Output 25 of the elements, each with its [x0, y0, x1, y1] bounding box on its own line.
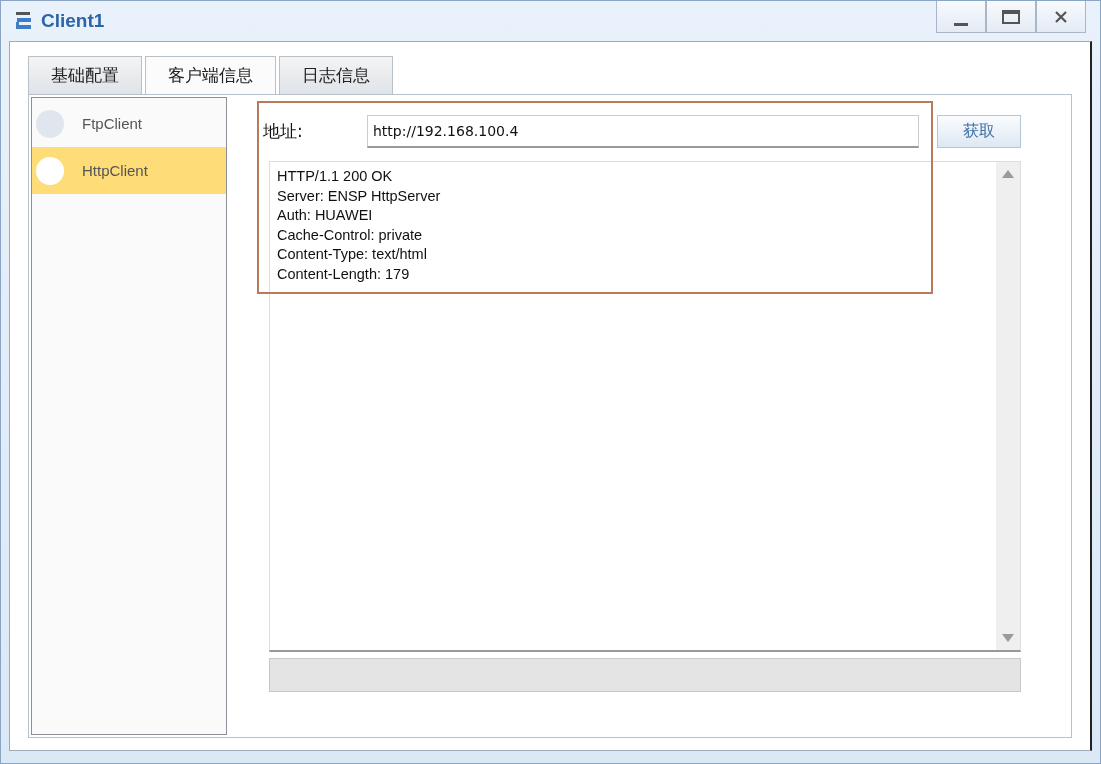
- response-line: Server: ENSP HttpServer: [277, 186, 442, 206]
- maximize-icon: [1002, 9, 1020, 24]
- response-line: Auth: HUAWEI: [277, 206, 374, 226]
- minimize-icon: [954, 23, 968, 26]
- window-title: Client1: [41, 10, 105, 32]
- client-name: HttpClient: [82, 162, 148, 179]
- tab[interactable]: 基础配置: [28, 56, 142, 94]
- address-label: 地址:: [263, 119, 304, 143]
- client-list-item[interactable]: HttpClient: [32, 147, 226, 194]
- fetch-button[interactable]: 获取: [937, 114, 1021, 148]
- circle-icon: [36, 109, 64, 138]
- circle-icon: [36, 156, 64, 185]
- minimize-button[interactable]: [936, 1, 986, 33]
- tab[interactable]: 日志信息: [279, 56, 393, 94]
- response-line: Cache-Control: private: [277, 225, 424, 245]
- response-line: Content-Type: text/html: [277, 245, 428, 265]
- close-button[interactable]: [1036, 1, 1086, 33]
- response-line: HTTP/1.1 200 OK: [277, 167, 394, 186]
- client-name: FtpClient: [82, 115, 143, 132]
- address-field[interactable]: http://192.168.100.4: [367, 114, 919, 148]
- maximize-button[interactable]: [986, 1, 1036, 33]
- close-icon: [1054, 9, 1068, 24]
- client-list-item[interactable]: FtpClient: [32, 100, 226, 147]
- response-line: Content-Length: 179: [277, 264, 411, 284]
- tab[interactable]: 客户端信息: [145, 56, 276, 94]
